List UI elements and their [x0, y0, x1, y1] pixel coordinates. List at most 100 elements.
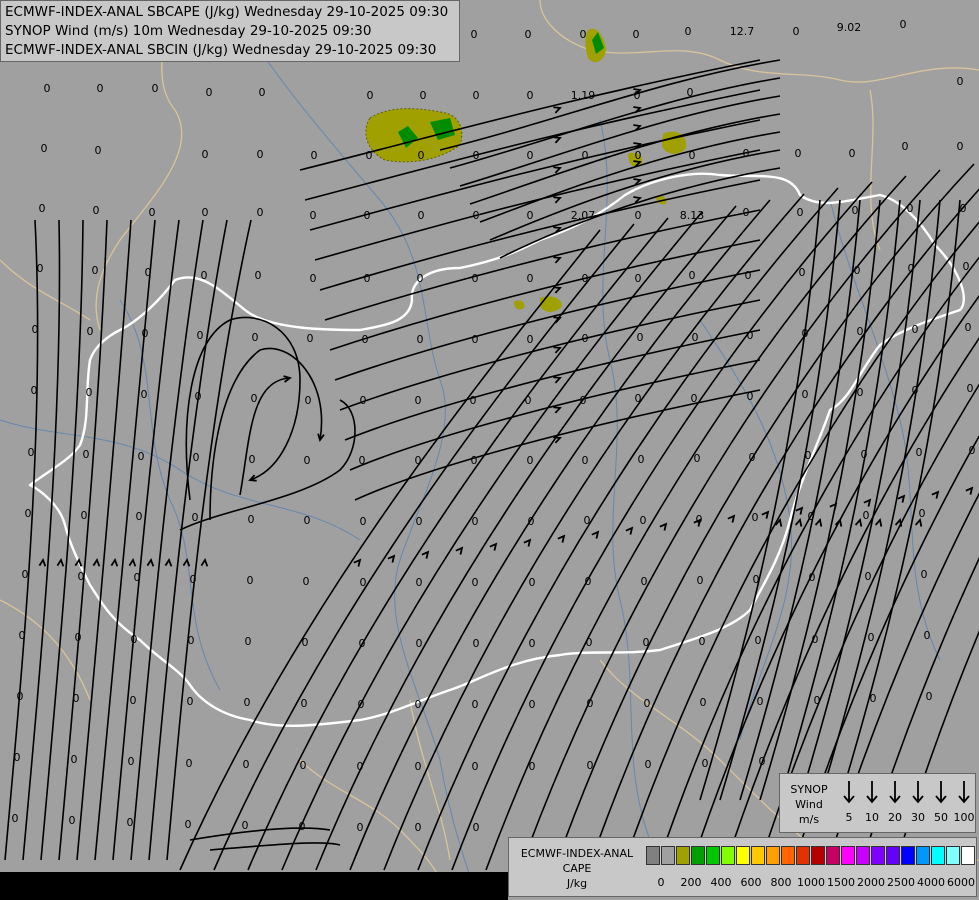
map-viewer[interactable]: 0 0 0 0 0 0 0 0 0 0 0 0 0 0 0 0 0 0 0 0 0 0 0 0 1.19 0 0 0 0 0 0 0 12.7 0…	[0, 0, 979, 900]
cin-value-label: 0	[805, 449, 812, 462]
cin-value-label: 0	[41, 142, 48, 155]
wind-streamlines-layer	[4, 59, 979, 871]
cin-value-label: 0	[694, 452, 701, 465]
cin-value-label: 0	[359, 637, 366, 650]
cin-value-label: 0	[747, 390, 754, 403]
wind-streamline	[699, 199, 821, 801]
cin-value-label: 0	[857, 325, 864, 338]
cin-value-label: 0	[902, 140, 909, 153]
cin-value-label: 0	[416, 515, 423, 528]
cin-value-label: 0	[188, 634, 195, 647]
cin-value-label: 0	[93, 204, 100, 217]
synop-legend-title: SYNOP Wind m/s	[784, 782, 834, 827]
cape-legend-title: ECMWF-INDEX-ANAL CAPE J/kg	[513, 846, 641, 891]
cin-value-label: 0	[259, 86, 266, 99]
cin-value-label: 0	[473, 821, 480, 834]
cin-value-label: 0	[702, 757, 709, 770]
cin-value-label: 0	[643, 636, 650, 649]
streamline-arrowhead	[557, 534, 566, 543]
cape-color-swatch	[721, 846, 735, 865]
cin-value-label: 0	[301, 697, 308, 710]
cin-value-label: 0	[529, 698, 536, 711]
cape-legend-line3: J/kg	[566, 877, 588, 890]
streamline-arrowhead	[182, 557, 191, 567]
streamline-arrowhead	[814, 518, 823, 527]
cin-value-label: 0	[582, 454, 589, 467]
streamline-arrowhead	[553, 166, 562, 174]
wind-streamline	[22, 219, 61, 861]
cape-color-swatch	[646, 846, 660, 865]
cin-value-label: 0	[808, 510, 815, 523]
cin-value-label: 0	[416, 637, 423, 650]
cin-value-label: 0	[142, 327, 149, 340]
cin-value-label: 0	[245, 635, 252, 648]
cin-value-label: 0	[32, 323, 39, 336]
cin-value-label: 0	[865, 570, 872, 583]
cin-value-label: 0	[916, 446, 923, 459]
cin-value-label: 0	[310, 272, 317, 285]
cin-value-label: 0	[97, 82, 104, 95]
cin-value-label: 0	[529, 576, 536, 589]
streamline-arrowhead	[523, 538, 532, 547]
cape-color-swatch	[766, 846, 780, 865]
cin-value-label: 0	[305, 394, 312, 407]
synop-speed-label: 30	[911, 811, 925, 824]
cin-value-label: 0	[360, 515, 367, 528]
cin-value-label: 0	[251, 392, 258, 405]
streamline-arrowhead	[591, 530, 600, 539]
cin-value-label: 0	[529, 760, 536, 773]
wind-streamline	[719, 199, 841, 801]
cape-color-swatch	[886, 846, 900, 865]
wind-streamline	[893, 630, 979, 871]
wind-streamline	[209, 347, 323, 521]
cin-value-label: 0	[580, 394, 587, 407]
weather-map[interactable]: 0 0 0 0 0 0 0 0 0 0 0 0 0 0 0 0 0 0 0 0 0 0 0 0 1.19 0 0 0 0 0 0 0 12.7 0…	[0, 0, 979, 900]
cin-value-label: 12.7	[730, 25, 755, 38]
cin-value-label: 0	[472, 576, 479, 589]
cin-value-label: 0	[130, 694, 137, 707]
cin-value-label: 0	[25, 507, 32, 520]
streamline-arrowhead	[931, 490, 940, 499]
cin-value-label: 0	[691, 392, 698, 405]
cin-value-label: 0	[359, 454, 366, 467]
cin-value-label: 0	[192, 511, 199, 524]
cin-value-label: 0	[585, 575, 592, 588]
cin-value-label: 0	[635, 209, 642, 222]
synop-arrow-icon	[907, 780, 929, 804]
cin-value-label: 0	[149, 206, 156, 219]
cin-value-label: 0	[22, 568, 29, 581]
streamline-arrowhead	[553, 106, 562, 114]
cin-value-label: 0	[527, 272, 534, 285]
cin-value-label: 0	[582, 332, 589, 345]
cin-value-label: 0	[364, 209, 371, 222]
cin-value-label: 0	[795, 147, 802, 160]
cin-value-label: 0	[582, 272, 589, 285]
synop-arrow-icon	[861, 780, 883, 804]
cin-value-label: 0	[471, 28, 478, 41]
cin-value-label: 0	[473, 89, 480, 102]
cape-color-swatch	[796, 846, 810, 865]
cin-value-label: 0	[415, 698, 422, 711]
streamline-arrowhead	[625, 526, 634, 535]
cin-value-label: 0	[525, 28, 532, 41]
cape-color-swatch	[916, 846, 930, 865]
cape-color-swatch	[691, 846, 705, 865]
cin-value-label: 0	[587, 759, 594, 772]
cin-value-label: 0	[912, 323, 919, 336]
cin-value-label: 0	[472, 272, 479, 285]
synop-arrow-icon	[838, 780, 860, 804]
cin-value-label: 0	[303, 575, 310, 588]
cin-value-label: 0	[73, 692, 80, 705]
synop-legend-line1: SYNOP	[790, 783, 828, 796]
cin-value-label: 0	[793, 25, 800, 38]
cin-value-label: 0	[852, 204, 859, 217]
streamline-arrowhead	[353, 558, 362, 567]
cin-value-label: 0	[633, 28, 640, 41]
cin-value-label: 0	[587, 697, 594, 710]
cin-value-label: 0	[300, 759, 307, 772]
cin-value-label: 0	[644, 697, 651, 710]
cin-value-label: 0	[364, 272, 371, 285]
cin-value-label: 0	[71, 753, 78, 766]
cin-value-label: 0	[185, 818, 192, 831]
cin-value-label: 0	[127, 816, 134, 829]
